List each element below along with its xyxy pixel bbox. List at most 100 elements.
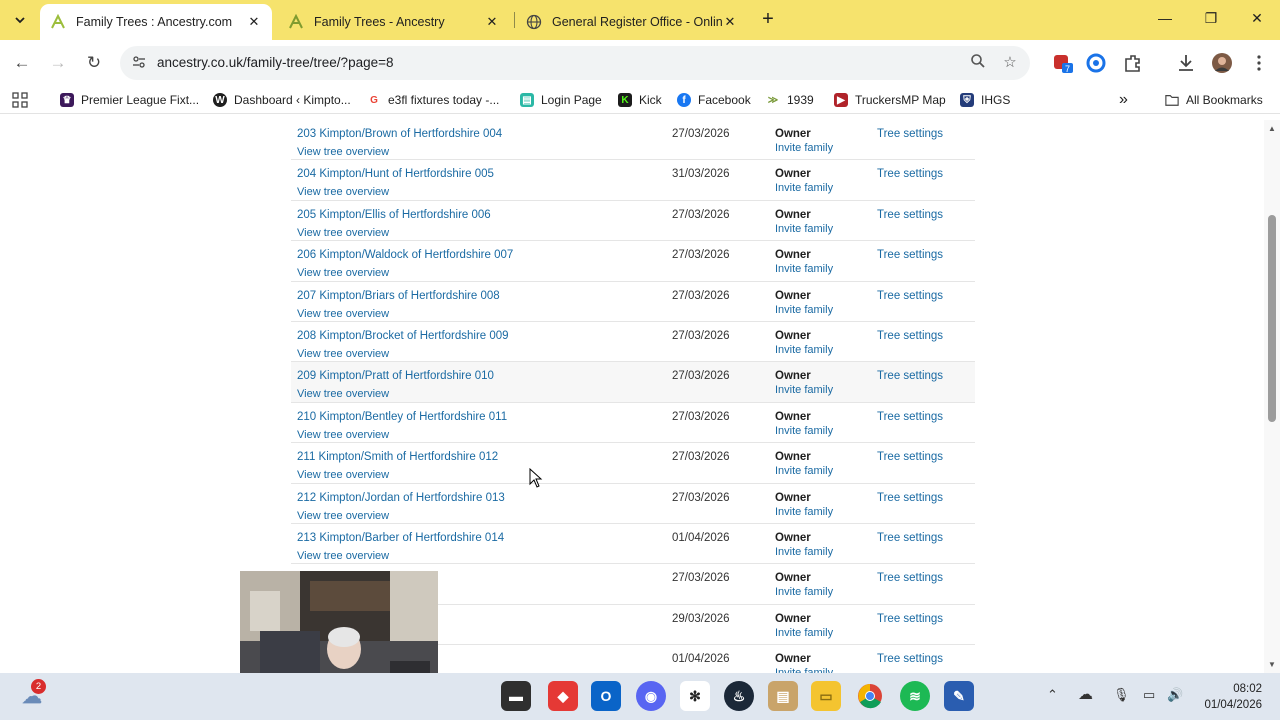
- view-tree-overview-link[interactable]: View tree overview: [297, 550, 389, 562]
- outlook-icon[interactable]: O: [591, 681, 621, 711]
- view-tree-overview-link[interactable]: View tree overview: [297, 510, 389, 522]
- view-tree-overview-link[interactable]: View tree overview: [297, 429, 389, 441]
- bookmark-star-icon[interactable]: ☆: [1000, 53, 1020, 73]
- scroll-up-icon[interactable]: ▲: [1267, 124, 1277, 133]
- tree-settings-link[interactable]: Tree settings: [877, 290, 943, 302]
- tab-general-register-office[interactable]: General Register Office - Online ✕: [516, 4, 748, 40]
- forward-button[interactable]: →: [47, 52, 69, 74]
- tray-overflow-icon[interactable]: ⌃: [1047, 687, 1058, 703]
- download-icon[interactable]: [1175, 52, 1197, 74]
- profile-avatar[interactable]: [1211, 52, 1233, 74]
- tree-settings-link[interactable]: Tree settings: [877, 330, 943, 342]
- invite-family-link[interactable]: Invite family: [775, 223, 833, 235]
- file-manager-icon[interactable]: ▬: [501, 681, 531, 711]
- tree-name-link[interactable]: 205 Kimpton/Ellis of Hertfordshire 006: [297, 209, 491, 221]
- taskbar-clock[interactable]: 08:02 01/04/2026: [1196, 681, 1262, 713]
- tree-name-link[interactable]: 203 Kimpton/Brown of Hertfordshire 004: [297, 128, 502, 140]
- microphone-icon[interactable]: 🎙: [1113, 687, 1130, 703]
- tree-name-link[interactable]: 209 Kimpton/Pratt of Hertfordshire 010: [297, 370, 494, 382]
- view-tree-overview-link[interactable]: View tree overview: [297, 388, 389, 400]
- tree-name-link[interactable]: 211 Kimpton/Smith of Hertfordshire 012: [297, 451, 498, 463]
- tree-name-link[interactable]: 212 Kimpton/Jordan of Hertfordshire 013: [297, 492, 505, 504]
- restore-icon[interactable]: ❐: [1201, 10, 1221, 30]
- bookmark-e3fl-fixtures[interactable]: G e3fl fixtures today -...: [367, 91, 499, 109]
- tree-settings-link[interactable]: Tree settings: [877, 128, 943, 140]
- view-tree-overview-link[interactable]: View tree overview: [297, 146, 389, 158]
- tree-settings-link[interactable]: Tree settings: [877, 451, 943, 463]
- reload-button[interactable]: ↻: [83, 52, 105, 74]
- tab-search-button[interactable]: [8, 8, 32, 32]
- extension-blue-ring-icon[interactable]: [1085, 52, 1107, 74]
- game-icon[interactable]: ▤: [768, 681, 798, 711]
- chatgpt-icon[interactable]: ✻: [680, 681, 710, 711]
- tree-name-link[interactable]: 210 Kimpton/Bentley of Hertfordshire 011: [297, 411, 507, 423]
- discord-icon[interactable]: ◉: [636, 681, 666, 711]
- invite-family-link[interactable]: Invite family: [775, 586, 833, 598]
- tab-family-trees-ancestry[interactable]: Family Trees - Ancestry ✕: [278, 4, 510, 40]
- invite-family-link[interactable]: Invite family: [775, 546, 833, 558]
- apps-grid-icon[interactable]: [12, 91, 28, 109]
- tree-settings-link[interactable]: Tree settings: [877, 411, 943, 423]
- invite-family-link[interactable]: Invite family: [775, 425, 833, 437]
- notepad-icon[interactable]: ✎: [944, 681, 974, 711]
- invite-family-link[interactable]: Invite family: [775, 384, 833, 396]
- back-button[interactable]: ←: [11, 52, 33, 74]
- spotify-icon[interactable]: ≋: [900, 681, 930, 711]
- anydesk-icon[interactable]: ◆: [548, 681, 578, 711]
- tree-name-link[interactable]: 213 Kimpton/Barber of Hertfordshire 014: [297, 532, 504, 544]
- bookmark-premier-league[interactable]: ♛ Premier League Fixt...: [60, 91, 199, 109]
- invite-family-link[interactable]: Invite family: [775, 182, 833, 194]
- close-icon[interactable]: ✕: [246, 14, 262, 30]
- chrome-menu-icon[interactable]: [1248, 52, 1270, 74]
- view-tree-overview-link[interactable]: View tree overview: [297, 227, 389, 239]
- tree-name-link[interactable]: 208 Kimpton/Brocket of Hertfordshire 009: [297, 330, 509, 342]
- volume-icon[interactable]: 🔊: [1167, 687, 1183, 703]
- view-tree-overview-link[interactable]: View tree overview: [297, 267, 389, 279]
- tree-settings-link[interactable]: Tree settings: [877, 249, 943, 261]
- network-icon[interactable]: ▭: [1143, 687, 1155, 703]
- bookmark-ihgs[interactable]: ⛨ IHGS: [960, 91, 1010, 109]
- new-tab-button[interactable]: +: [758, 9, 778, 30]
- zoom-search-icon[interactable]: [968, 53, 988, 73]
- tab-family-trees-ancestry-com[interactable]: Family Trees : Ancestry.com ✕: [40, 4, 272, 40]
- address-bar[interactable]: ancestry.co.uk/family-tree/tree/?page=8 …: [120, 46, 1030, 80]
- bookmark-kick[interactable]: K Kick: [618, 91, 662, 109]
- invite-family-link[interactable]: Invite family: [775, 304, 833, 316]
- site-info-icon[interactable]: [130, 54, 148, 72]
- tree-settings-link[interactable]: Tree settings: [877, 532, 943, 544]
- window-close-icon[interactable]: ✕: [1247, 10, 1267, 30]
- bookmarks-overflow-icon[interactable]: »: [1119, 91, 1128, 109]
- bookmark-1939[interactable]: ≫ 1939: [766, 91, 814, 109]
- invite-family-link[interactable]: Invite family: [775, 142, 833, 154]
- tree-name-link[interactable]: 206 Kimpton/Waldock of Hertfordshire 007: [297, 249, 513, 261]
- invite-family-link[interactable]: Invite family: [775, 465, 833, 477]
- close-icon[interactable]: ✕: [484, 14, 500, 30]
- invite-family-link[interactable]: Invite family: [775, 627, 833, 639]
- chrome-icon[interactable]: [855, 681, 885, 711]
- bookmark-login-page[interactable]: ▤ Login Page: [520, 91, 602, 109]
- tree-settings-link[interactable]: Tree settings: [877, 572, 943, 584]
- scroll-down-icon[interactable]: ▼: [1267, 660, 1277, 669]
- scrollbar-thumb[interactable]: [1268, 215, 1276, 422]
- invite-family-link[interactable]: Invite family: [775, 506, 833, 518]
- view-tree-overview-link[interactable]: View tree overview: [297, 186, 389, 198]
- all-bookmarks-button[interactable]: All Bookmarks: [1165, 91, 1263, 109]
- extensions-puzzle-icon[interactable]: [1122, 52, 1144, 74]
- extension-red-icon[interactable]: 7: [1052, 52, 1074, 74]
- tree-settings-link[interactable]: Tree settings: [877, 613, 943, 625]
- tree-settings-link[interactable]: Tree settings: [877, 653, 943, 665]
- view-tree-overview-link[interactable]: View tree overview: [297, 308, 389, 320]
- onedrive-cloud-icon[interactable]: ☁: [1078, 685, 1093, 703]
- view-tree-overview-link[interactable]: View tree overview: [297, 348, 389, 360]
- close-icon[interactable]: ✕: [722, 14, 738, 30]
- page-scrollbar[interactable]: ▲ ▼: [1264, 120, 1280, 673]
- bookmark-truckersmp-map[interactable]: ▶ TruckersMP Map: [834, 91, 946, 109]
- tree-settings-link[interactable]: Tree settings: [877, 370, 943, 382]
- invite-family-link[interactable]: Invite family: [775, 263, 833, 275]
- bookmark-facebook[interactable]: f Facebook: [677, 91, 751, 109]
- view-tree-overview-link[interactable]: View tree overview: [297, 469, 389, 481]
- steam-icon[interactable]: ♨: [724, 681, 754, 711]
- minimize-icon[interactable]: —: [1155, 10, 1175, 30]
- tree-name-link[interactable]: 207 Kimpton/Briars of Hertfordshire 008: [297, 290, 500, 302]
- tree-name-link[interactable]: 204 Kimpton/Hunt of Hertfordshire 005: [297, 168, 494, 180]
